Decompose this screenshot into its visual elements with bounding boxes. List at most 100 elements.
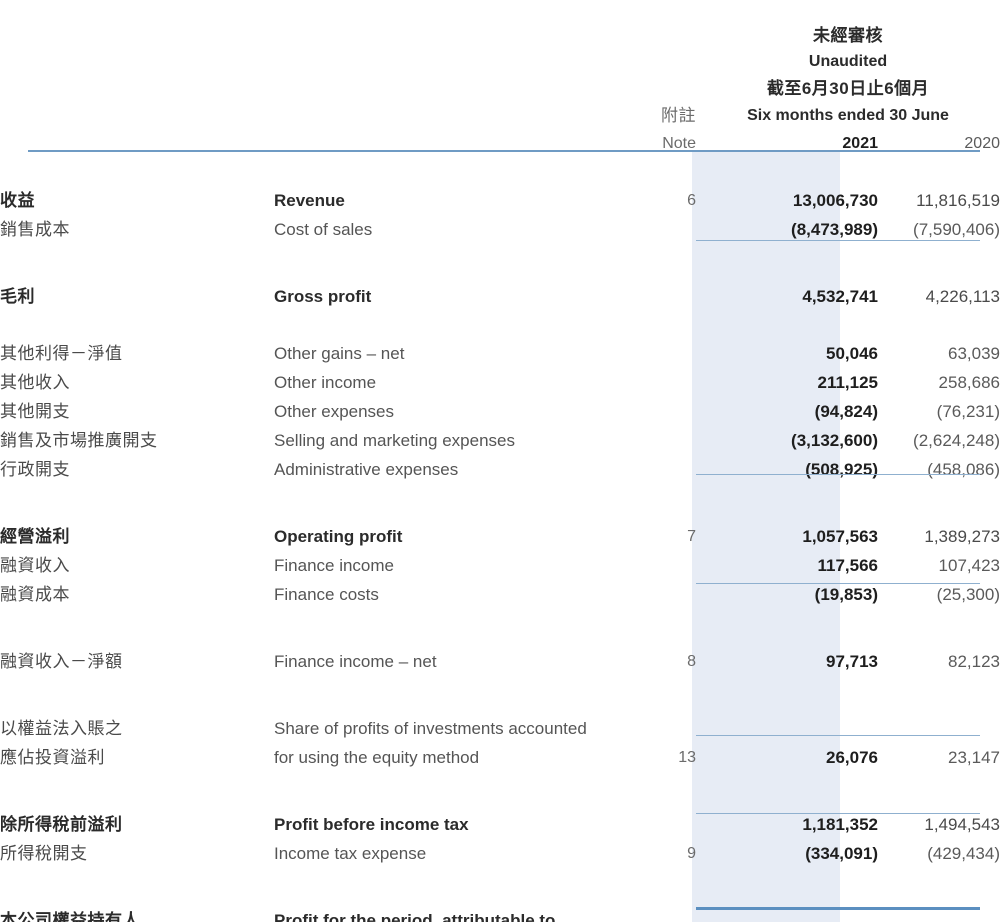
row-label-en: Operating profit (274, 527, 403, 546)
header-row-years: Note 2021 2020 (0, 124, 1000, 152)
header-year-2021: 2021 (842, 135, 878, 152)
row-label-en-line1: Share of profits of investments accounte… (274, 719, 587, 738)
header-row-unaudited-zh: 未經審核 (0, 18, 1000, 44)
row-label-zh: 所得稅開支 (0, 844, 88, 863)
row-label-en: Other gains – net (274, 344, 405, 363)
header-year-2020: 2020 (964, 135, 1000, 152)
rule-after-equity-method (696, 735, 980, 736)
header-top-spacer (0, 0, 1000, 18)
row-label-en-line1: Profit for the period, attributable to (274, 911, 556, 922)
row-value-2021: (94,824) (814, 402, 878, 421)
row-value-2021: (8,473,989) (791, 220, 878, 239)
row-note: 7 (687, 528, 696, 545)
row-note: 8 (687, 653, 696, 670)
row-value-2021: 50,046 (826, 344, 878, 363)
row-note (620, 209, 696, 238)
table-row-finance-costs: 融資成本 Finance costs (19,853) (25,300) (0, 574, 1000, 603)
table-row-income-tax-expense: 所得稅開支 Income tax expense 9 (334,091) (42… (0, 833, 1000, 862)
row-note (620, 391, 696, 420)
row-value-2021: (19,853) (814, 585, 878, 604)
gap-before-operating-profit (0, 478, 1000, 516)
row-value-2020: 1,389,273 (924, 527, 1000, 546)
row-note: 6 (687, 192, 696, 209)
row-label-zh-line2: 應佔投資溢利 (0, 748, 105, 767)
rule-after-admin-expenses (696, 474, 980, 475)
table-row-other-income: 其他收入 Other income 211,125 258,686 (0, 362, 1000, 391)
row-value-2021: 4,532,741 (802, 287, 878, 306)
row-value-2021: 1,181,352 (802, 815, 878, 834)
row-label-zh: 融資收入－淨額 (0, 652, 123, 671)
row-label-zh: 收益 (0, 191, 35, 210)
row-label-zh: 其他開支 (0, 402, 70, 421)
rule-bottom-total (696, 907, 980, 910)
table-row-gross-profit: 毛利 Gross profit 4,532,741 4,226,113 (0, 276, 1000, 305)
header-unaudited-en: Unaudited (808, 53, 888, 70)
row-label-zh: 融資成本 (0, 585, 70, 604)
gap-after-gross-profit (0, 305, 1000, 333)
row-value-2021: (3,132,600) (791, 431, 878, 450)
row-value-2020: (76,231) (936, 402, 1000, 421)
header-period-zh: 截至6月30日止6個月 (766, 79, 930, 98)
row-label-en: Other income (274, 373, 377, 392)
gap-before-finance-income-net (0, 603, 1000, 641)
row-value-2021: 13,006,730 (792, 191, 878, 210)
income-statement-page: 未經審核 Unaudited 截至6月30日止6個月 附註 Six months… (0, 0, 1000, 922)
row-label-zh: 融資收入 (0, 556, 70, 575)
table-row-selling-marketing-expenses: 銷售及市場推廣開支 Selling and marketing expenses… (0, 420, 1000, 449)
rule-after-finance-costs (696, 583, 980, 584)
gap-after-header-rule (0, 152, 1000, 180)
row-value-2020: (2,624,248) (913, 431, 1000, 450)
gap-before-profit-for-period (0, 862, 1000, 900)
row-note (620, 545, 696, 574)
row-label-en: Finance costs (274, 585, 379, 604)
row-note (620, 362, 696, 391)
header-period-en: Six months ended 30 June (747, 107, 949, 124)
row-label-en-line2: for using the equity method (274, 748, 480, 767)
header-unaudited-zh: 未經審核 (813, 26, 883, 45)
row-label-zh: 行政開支 (0, 460, 70, 479)
row-note (620, 574, 696, 603)
row-label-en: Revenue (274, 191, 345, 210)
table-row-profit-before-income-tax: 除所得稅前溢利 Profit before income tax 1,181,3… (0, 804, 1000, 833)
header-row-unaudited-en: Unaudited (0, 44, 1000, 70)
row-label-zh-line1: 本公司權益持有人 (0, 911, 140, 922)
gap-before-profit-before-tax (0, 766, 1000, 804)
row-value-2021: 1,057,563 (802, 527, 878, 546)
row-label-zh: 除所得稅前溢利 (0, 815, 123, 834)
row-label-zh-line1: 以權益法入賬之 (0, 719, 123, 738)
table-row-revenue: 收益 Revenue 6 13,006,730 11,816,519 (0, 180, 1000, 209)
table-row-cost-of-sales: 銷售成本 Cost of sales (8,473,989) (7,590,40… (0, 209, 1000, 238)
row-value-2020: 11,816,519 (916, 191, 1000, 210)
table-row-other-expenses: 其他開支 Other expenses (94,824) (76,231) (0, 391, 1000, 420)
row-value-2020: (25,300) (936, 585, 1000, 604)
gap-before-gross-profit (0, 238, 1000, 276)
row-label-en: Administrative expenses (274, 460, 459, 479)
row-label-zh: 銷售成本 (0, 220, 70, 239)
row-value-2021: 117,566 (817, 556, 878, 575)
row-label-en: Income tax expense (274, 844, 427, 863)
row-label-zh: 毛利 (0, 287, 35, 306)
row-value-2020: 4,226,113 (925, 287, 1000, 306)
row-label-en: Gross profit (274, 287, 372, 306)
row-value-2020: (7,590,406) (913, 220, 1000, 239)
row-value-2021: (334,091) (805, 844, 878, 863)
row-label-en: Other expenses (274, 402, 395, 421)
rule-after-income-tax (696, 813, 980, 814)
row-value-2020: 23,147 (948, 748, 1000, 767)
table-row-equity-method-line2: 應佔投資溢利 for using the equity method 13 26… (0, 737, 1000, 766)
income-statement-table: 未經審核 Unaudited 截至6月30日止6個月 附註 Six months… (0, 0, 1000, 922)
header-note-en: Note (662, 135, 696, 152)
row-value-2021: 26,076 (826, 748, 878, 767)
rule-after-cost-of-sales (696, 240, 980, 241)
row-label-zh: 經營溢利 (0, 527, 70, 546)
row-label-zh: 銷售及市場推廣開支 (0, 431, 158, 450)
header-rule (28, 150, 980, 152)
table-row-finance-income-net: 融資收入－淨額 Finance income – net 8 97,713 82… (0, 641, 1000, 670)
header-row-period-zh: 截至6月30日止6個月 (0, 70, 1000, 97)
row-label-en: Finance income (274, 556, 395, 575)
row-label-zh: 其他利得－淨值 (0, 344, 123, 363)
table-row-equity-method-line1: 以權益法入賬之 Share of profits of investments … (0, 708, 1000, 737)
row-label-en: Finance income – net (274, 652, 437, 671)
header-row-period-en: 附註 Six months ended 30 June (0, 97, 1000, 124)
table-row-finance-income: 融資收入 Finance income 117,566 107,423 (0, 545, 1000, 574)
